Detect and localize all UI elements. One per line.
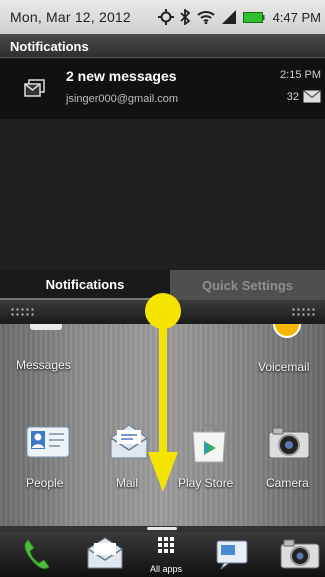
app-label-play-store: Play Store: [178, 476, 234, 490]
notification-account: jsinger000@gmail.com: [66, 93, 179, 105]
status-time: 4:47 PM: [272, 9, 321, 25]
shade-drag-handle[interactable]: [0, 300, 325, 324]
phone-screen: Mon, Mar 12, 2012 4:47 PM Notifications: [0, 0, 325, 577]
status-icons: 4:47 PM: [157, 9, 321, 25]
notification-time: 2:15 PM: [280, 69, 321, 81]
battery-icon: [242, 11, 265, 23]
tab-quick-settings[interactable]: Quick Settings: [170, 270, 325, 300]
grip-dots-left: [10, 307, 36, 317]
messages-icon[interactable]: [30, 324, 62, 339]
tab-notifications[interactable]: Notifications: [0, 270, 170, 300]
grid-icon[interactable]: [157, 536, 179, 563]
play-store-icon[interactable]: [189, 422, 229, 469]
app-label-mail: Mail: [116, 476, 139, 490]
messages-icon[interactable]: [216, 540, 252, 575]
all-apps-label: All apps: [150, 564, 183, 574]
voicemail-icon[interactable]: [272, 324, 302, 343]
app-label-voicemail: Voicemail: [258, 360, 310, 374]
phone-icon[interactable]: [22, 538, 52, 575]
app-label-people: People: [26, 476, 64, 490]
bluetooth-icon: [179, 9, 191, 25]
app-label-camera: Camera: [266, 476, 309, 490]
mail-icon: [303, 90, 321, 108]
notification-count: 32: [286, 91, 299, 103]
app-label-messages: Messages: [16, 358, 71, 372]
mail-icon[interactable]: [86, 536, 124, 575]
wifi-icon: [196, 10, 215, 24]
home-screen: Messages Voicemail People Mail Play Stor…: [0, 324, 325, 526]
notification-shade: Notifications 2 new messages jsinger000@…: [0, 34, 325, 296]
people-icon[interactable]: [26, 424, 70, 465]
status-date: Mon, Mar 12, 2012: [10, 9, 131, 25]
message-icon: [24, 79, 46, 104]
shade-tabs: Notifications Quick Settings: [0, 270, 325, 300]
mail-icon[interactable]: [109, 422, 149, 467]
signal-icon: [221, 10, 237, 24]
status-bar[interactable]: Mon, Mar 12, 2012 4:47 PM: [0, 0, 325, 34]
camera-icon[interactable]: [268, 426, 310, 465]
camera-icon[interactable]: [280, 538, 320, 575]
dock: All apps: [0, 532, 325, 577]
notification-title: 2 new messages: [66, 68, 177, 84]
gps-icon: [157, 9, 174, 25]
page-indicator: [147, 527, 177, 530]
notification-item[interactable]: 2 new messages jsinger000@gmail.com 2:15…: [0, 59, 325, 119]
notifications-section-header: Notifications: [0, 34, 325, 58]
grip-dots-right: [291, 307, 317, 317]
